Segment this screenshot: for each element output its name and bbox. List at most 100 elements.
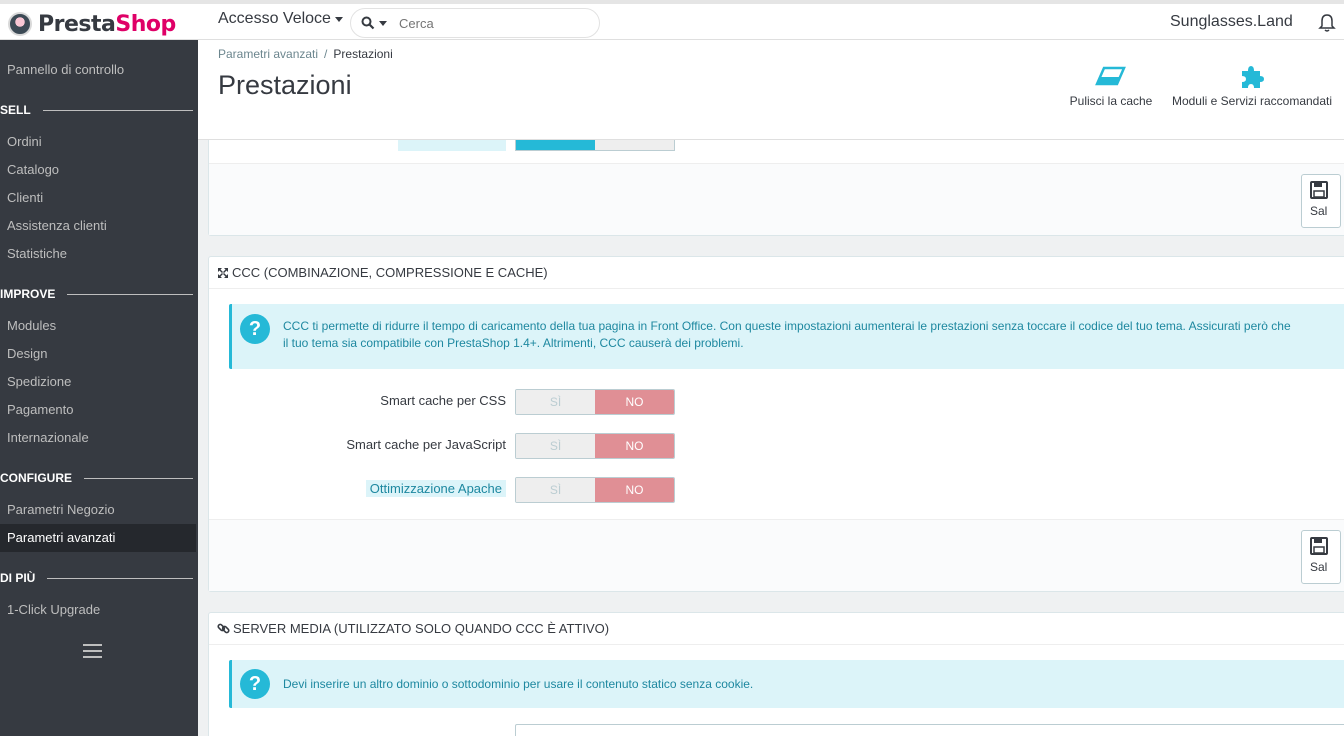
sidebar-section-configure: CONFIGURE — [0, 468, 198, 488]
floppy-disk-icon — [1310, 537, 1328, 555]
section-divider — [84, 477, 193, 479]
media-panel-header: SERVER MEDIA (UTILIZZATO SOLO QUANDO CCC… — [209, 613, 1344, 645]
question-icon: ? — [240, 314, 270, 344]
search-type-button[interactable] — [361, 16, 387, 30]
prestashop-logo[interactable]: PrestaShop — [8, 9, 176, 39]
question-icon: ? — [240, 669, 270, 699]
link-icon — [217, 623, 230, 634]
save-button-label: Sal — [1310, 204, 1328, 218]
eraser-icon — [1068, 60, 1154, 94]
sidebar-section-title: DI PIÙ — [0, 571, 36, 585]
apache-optimization-switch[interactable]: SÌ NO — [515, 477, 675, 503]
sidebar-item-advanced-parameters[interactable]: Parametri avanzati — [0, 524, 196, 552]
notifications-bell-icon[interactable] — [1318, 13, 1336, 38]
smart-cache-js-switch[interactable]: SÌ NO — [515, 433, 675, 459]
media-panel-title: SERVER MEDIA (UTILIZZATO SOLO QUANDO CCC… — [233, 621, 610, 636]
fullscreen-icon — [218, 267, 228, 278]
ccc-panel-header: CCC (COMBINAZIONE, COMPRESSIONE E CACHE) — [209, 257, 1344, 289]
ccc-panel-title: CCC (COMBINAZIONE, COMPRESSIONE E CACHE) — [232, 265, 548, 280]
floppy-disk-icon — [1310, 181, 1328, 199]
sidebar-item-dashboard[interactable]: Pannello di controllo — [0, 56, 198, 84]
media-servers-panel: SERVER MEDIA (UTILIZZATO SOLO QUANDO CCC… — [208, 612, 1344, 736]
switch-yes-option[interactable]: SÌ — [516, 478, 595, 502]
form-row-apache-optimization: Ottimizzazione Apache SÌ NO — [209, 477, 1009, 503]
breadcrumb-parent-link[interactable]: Parametri avanzati — [218, 47, 318, 61]
section-divider — [67, 293, 193, 295]
breadcrumb: Parametri avanzati / Prestazioni — [218, 47, 393, 61]
switch-yes-option[interactable]: SÌ — [516, 434, 595, 458]
sidebar-nav: Pannello di controllo SELL Ordini Catalo… — [0, 40, 198, 736]
media-info-alert: ? Devi inserire un altro dominio o sotto… — [229, 660, 1344, 708]
page-title: Prestazioni — [218, 70, 352, 100]
sidebar-item-international[interactable]: Internazionale — [0, 424, 198, 452]
logo-text-shop: Shop — [115, 11, 176, 37]
puzzle-icon — [1166, 60, 1338, 94]
ccc-info-text: CCC ti permette di ridurre il tempo di c… — [283, 318, 1291, 352]
sidebar-item-customer-service[interactable]: Assistenza clienti — [0, 212, 198, 240]
quick-access-dropdown[interactable]: Accesso Veloce — [218, 10, 343, 28]
ccc-info-line-2: il tuo tema sia compatibile con PrestaSh… — [283, 336, 744, 350]
ccc-panel: CCC (COMBINAZIONE, COMPRESSIONE E CACHE)… — [208, 256, 1344, 592]
clear-cache-label: Pulisci la cache — [1069, 94, 1153, 108]
smart-cache-css-label: Smart cache per CSS — [380, 393, 506, 408]
switch-yes-option[interactable]: SÌ — [516, 390, 595, 414]
sidebar-item-design[interactable]: Design — [0, 340, 198, 368]
clear-cache-button[interactable]: Pulisci la cache — [1068, 60, 1154, 108]
caret-down-icon — [334, 16, 343, 22]
search-icon — [361, 16, 375, 30]
sidebar-section-title: CONFIGURE — [0, 471, 72, 485]
sidebar-item-shipping[interactable]: Spedizione — [0, 368, 198, 396]
sidebar-item-customers[interactable]: Clienti — [0, 184, 198, 212]
logo-text: PrestaShop — [38, 12, 176, 37]
switch-no-inactive[interactable] — [595, 140, 674, 150]
previous-toggle-switch[interactable] — [515, 140, 675, 151]
form-row-smart-cache-css: Smart cache per CSS SÌ NO — [209, 389, 1009, 415]
sidebar-item-catalog[interactable]: Catalogo — [0, 156, 198, 184]
apache-optimization-label[interactable]: Ottimizzazione Apache — [365, 480, 506, 497]
menu-collapse-icon[interactable] — [83, 644, 102, 662]
recommended-modules-label: Moduli e Servizi raccomandati — [1171, 94, 1333, 108]
switch-yes-active[interactable] — [516, 140, 595, 150]
sidebar-item-one-click-upgrade[interactable]: 1-Click Upgrade — [0, 596, 198, 624]
smart-cache-js-label: Smart cache per JavaScript — [346, 437, 506, 452]
form-row-smart-cache-js: Smart cache per JavaScript SÌ NO — [209, 433, 1009, 459]
save-button-label: Sal — [1310, 560, 1328, 574]
top-header: PrestaShop Accesso Veloce Sunglasses.Lan… — [0, 0, 1344, 40]
page-header: Parametri avanzati / Prestazioni Prestazio… — [198, 40, 1344, 140]
panel-footer: Sal — [209, 163, 1344, 235]
hidden-label-hint — [398, 140, 506, 151]
media-info-text: Devi inserire un altro dominio o sottodo… — [283, 677, 754, 691]
switch-no-option[interactable]: NO — [595, 434, 674, 458]
save-button[interactable]: Sal — [1301, 530, 1341, 584]
switch-no-option[interactable]: NO — [595, 478, 674, 502]
smart-cache-css-switch[interactable]: SÌ NO — [515, 389, 675, 415]
sidebar-section-sell: SELL — [0, 100, 198, 120]
sidebar-section-title: SELL — [0, 103, 31, 117]
sidebar-item-shop-parameters[interactable]: Parametri Negozio — [0, 496, 198, 524]
logo-icon — [8, 12, 32, 36]
sidebar-section-title: IMPROVE — [0, 287, 56, 301]
sidebar-section-improve: IMPROVE — [0, 284, 198, 304]
breadcrumb-separator: / — [324, 47, 328, 61]
search-input[interactable] — [399, 15, 579, 31]
panel-footer: Sal — [209, 519, 1344, 591]
quick-access-label: Accesso Veloce — [218, 10, 331, 27]
sidebar-item-modules[interactable]: Modules — [0, 312, 198, 340]
search-bar — [350, 8, 600, 38]
sidebar-item-stats[interactable]: Statistiche — [0, 240, 198, 268]
caret-down-icon — [379, 20, 387, 26]
breadcrumb-current: Prestazioni — [333, 47, 393, 61]
switch-no-option[interactable]: NO — [595, 390, 674, 414]
section-divider — [47, 577, 193, 579]
save-button[interactable]: Sal — [1301, 174, 1341, 228]
sidebar-item-orders[interactable]: Ordini — [0, 128, 198, 156]
section-divider — [42, 109, 193, 111]
sidebar-item-payment[interactable]: Pagamento — [0, 396, 198, 424]
ccc-info-alert: ? CCC ti permette di ridurre il tempo di… — [229, 304, 1344, 369]
ccc-info-line-1: CCC ti permette di ridurre il tempo di c… — [283, 319, 1291, 333]
sidebar-section-more: DI PIÙ — [0, 568, 198, 588]
media-server-input[interactable] — [515, 724, 1344, 736]
shop-name-link[interactable]: Sunglasses.Land — [1170, 13, 1293, 31]
main-content: Sal CCC (COMBINAZIONE, COMPRESSIONE E CA… — [198, 140, 1344, 736]
recommended-modules-button[interactable]: Moduli e Servizi raccomandati — [1166, 60, 1338, 108]
